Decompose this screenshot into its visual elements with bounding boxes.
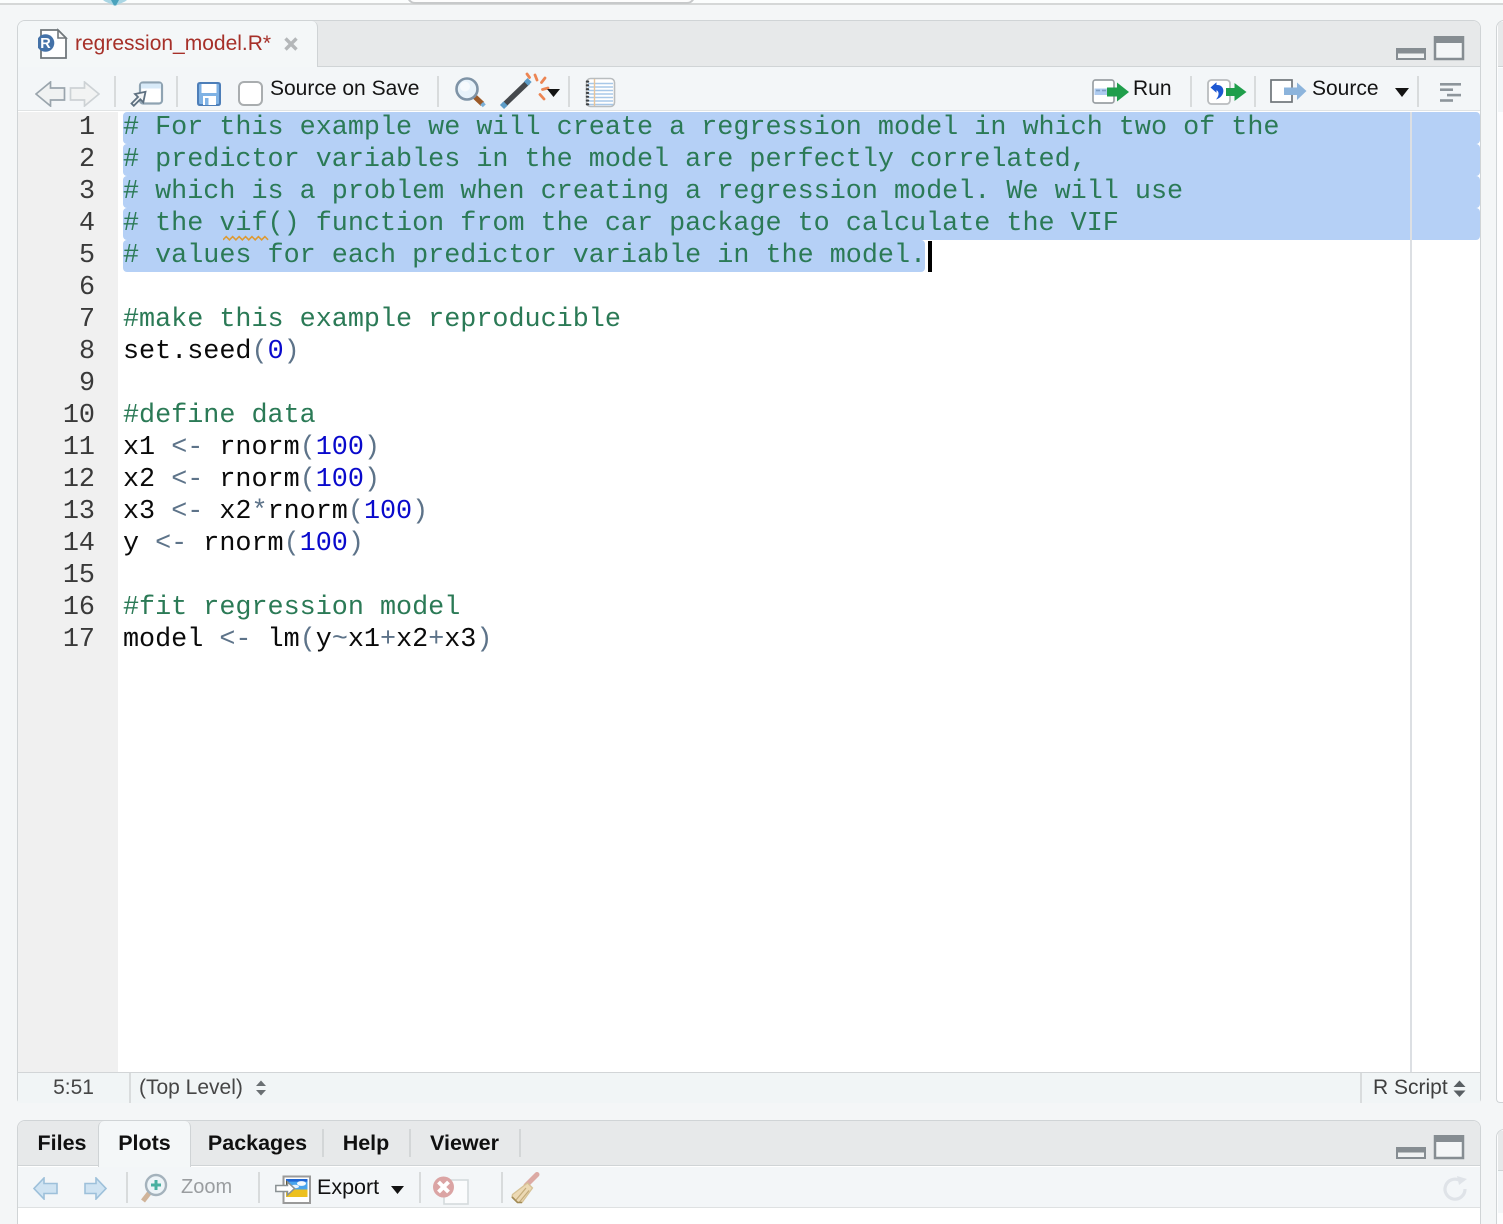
svg-text:R: R	[40, 36, 51, 52]
